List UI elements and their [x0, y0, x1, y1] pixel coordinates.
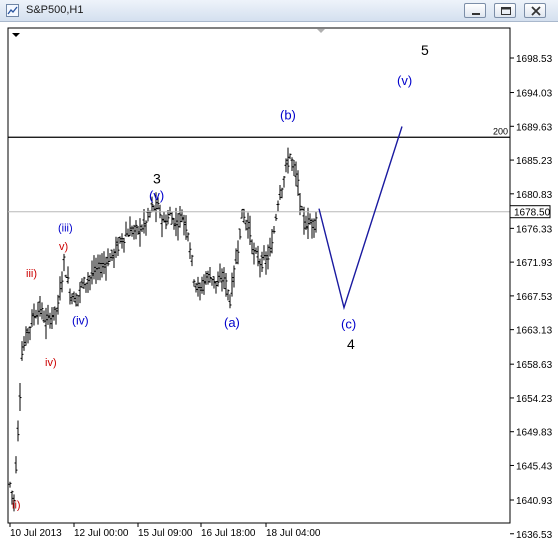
y-tick-label: 1685.23: [516, 156, 553, 167]
wave-label: (iv): [72, 314, 89, 328]
y-tick-label: 1658.63: [516, 360, 553, 371]
restore-icon: [501, 7, 511, 15]
y-tick-label: 1671.93: [516, 258, 553, 269]
x-tick-label: 16 Jul 18:00: [201, 528, 256, 539]
y-tick-label: 1680.83: [516, 190, 553, 201]
x-tick-label: 10 Jul 2013: [10, 528, 62, 539]
wave-label: (c): [341, 316, 356, 331]
window-titlebar[interactable]: S&P500,H1: [0, 0, 558, 22]
close-icon: [531, 6, 541, 16]
y-tick-label: 1663.13: [516, 326, 553, 337]
wave-label: 3: [153, 170, 161, 186]
x-tick-label: 12 Jul 00:00: [74, 528, 129, 539]
y-tick-label: 1694.03: [516, 89, 553, 100]
chart-window-icon: [6, 4, 19, 17]
wave-label: 4: [347, 336, 355, 352]
current-price-label: 1678.50: [514, 208, 551, 219]
close-button[interactable]: [524, 3, 546, 18]
wave-label: (v): [149, 188, 164, 203]
price-chart[interactable]: 1698.53 1694.03 1689.63 1685.23 1680.83 1676.…: [0, 22, 558, 549]
y-tick-label: 1667.53: [516, 292, 553, 303]
y-tick-label: 1649.83: [516, 428, 553, 439]
y-tick-label: 1654.23: [516, 394, 553, 405]
wave-label: iv): [45, 357, 57, 369]
y-tick-label: 1676.33: [516, 224, 553, 235]
wave-label: v): [59, 241, 68, 253]
level-line-label: 200: [493, 126, 508, 136]
y-axis: 1698.53 1694.03 1689.63 1685.23 1680.83 1676.…: [510, 54, 553, 541]
wave-label: 5: [421, 42, 429, 58]
y-tick-label: 1640.93: [516, 496, 553, 507]
y-tick-label: 1698.53: [516, 54, 553, 65]
wave-label: ii): [12, 500, 21, 512]
plot-frame: [7, 27, 511, 524]
wave-label: (b): [280, 108, 296, 123]
wave-label: (iii): [58, 223, 73, 235]
window-title: S&P500,H1: [26, 4, 84, 16]
x-tick-label: 15 Jul 09:00: [138, 528, 193, 539]
wave-label: (a): [224, 315, 240, 330]
wave-label: (v): [397, 73, 412, 88]
y-tick-label: 1689.63: [516, 122, 553, 133]
maximize-button[interactable]: [494, 3, 516, 18]
y-tick-label: 1636.53: [516, 530, 553, 541]
minimize-icon: [472, 13, 480, 15]
wave-label: iii): [26, 268, 37, 280]
minimize-button[interactable]: [464, 3, 486, 18]
chart-area[interactable]: 1698.53 1694.03 1689.63 1685.23 1680.83 1676.…: [0, 22, 558, 549]
x-tick-label: 18 Jul 04:00: [266, 528, 321, 539]
y-tick-label: 1645.43: [516, 461, 553, 472]
x-axis: 10 Jul 2013 12 Jul 00:00 15 Jul 09:00 16 Ju…: [9, 523, 321, 539]
